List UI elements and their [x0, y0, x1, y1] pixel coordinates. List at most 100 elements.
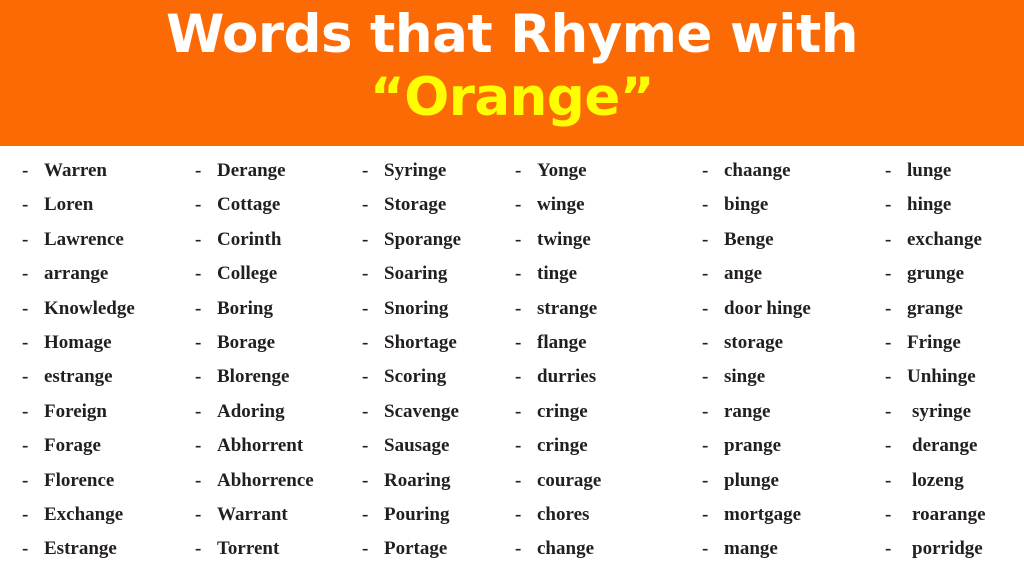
- word-list-item: - estrange: [22, 360, 198, 394]
- word-label: Borage: [217, 331, 276, 353]
- bullet-dash-icon: -: [885, 469, 892, 491]
- word-label: courage: [537, 469, 602, 491]
- word-list-area: - Warren - Loren - Lawrence - arrange - Knowledge…: [0, 146, 1024, 576]
- bullet-dash-icon: -: [702, 194, 709, 216]
- word-list-item: - Torrent: [195, 532, 365, 566]
- bullet-dash-icon: -: [195, 263, 202, 285]
- word-list-item: - prange: [702, 429, 888, 463]
- bullet-dash-icon: -: [362, 366, 369, 388]
- word-label: lozeng: [912, 469, 964, 491]
- word-list-item: - door hinge: [702, 292, 888, 326]
- word-label: roarange: [912, 503, 986, 525]
- bullet-dash-icon: -: [702, 228, 709, 250]
- word-list-item: - Roaring: [362, 464, 518, 498]
- word-list-item: - Unhinge: [885, 360, 1024, 394]
- word-list-item: - Exchange: [22, 498, 198, 532]
- bullet-dash-icon: -: [195, 503, 202, 525]
- word-label: exchange: [907, 228, 982, 250]
- word-list-item: - lozeng: [885, 464, 1024, 498]
- word-label: Shortage: [384, 331, 457, 353]
- word-list-item: - plunge: [702, 464, 888, 498]
- word-label: durries: [537, 366, 597, 388]
- bullet-dash-icon: -: [195, 366, 202, 388]
- bullet-dash-icon: -: [362, 469, 369, 491]
- bullet-dash-icon: -: [22, 228, 29, 250]
- bullet-dash-icon: -: [885, 538, 892, 560]
- bullet-dash-icon: -: [885, 263, 892, 285]
- word-label: porridge: [912, 538, 983, 560]
- bullet-dash-icon: -: [885, 331, 892, 353]
- word-label: Sausage: [384, 435, 450, 457]
- word-label: mortgage: [724, 503, 802, 525]
- word-list-item: - Pouring: [362, 498, 518, 532]
- word-label: strange: [537, 297, 598, 319]
- bullet-dash-icon: -: [702, 263, 709, 285]
- bullet-dash-icon: -: [362, 194, 369, 216]
- bullet-dash-icon: -: [22, 160, 29, 181]
- word-list-item: - strange: [515, 292, 705, 326]
- word-list-item: - Lawrence: [22, 223, 198, 257]
- word-list-item: - durries: [515, 360, 705, 394]
- word-list-item: - twinge: [515, 223, 705, 257]
- bullet-dash-icon: -: [362, 331, 369, 353]
- word-label: Fringe: [907, 331, 961, 353]
- bullet-dash-icon: -: [22, 194, 29, 216]
- word-list-item: - chores: [515, 498, 705, 532]
- bullet-dash-icon: -: [362, 160, 369, 181]
- bullet-dash-icon: -: [22, 435, 29, 457]
- word-label: Yonge: [537, 160, 587, 181]
- bullet-dash-icon: -: [362, 435, 369, 457]
- bullet-dash-icon: -: [885, 228, 892, 250]
- word-label: Torrent: [217, 538, 280, 560]
- word-list-item: - Forage: [22, 429, 198, 463]
- word-label: storage: [724, 331, 784, 353]
- word-list-item: - mange: [702, 532, 888, 566]
- bullet-dash-icon: -: [22, 538, 29, 560]
- bullet-dash-icon: -: [515, 366, 522, 388]
- bullet-dash-icon: -: [195, 297, 202, 319]
- word-list-item: - arrange: [22, 257, 198, 291]
- word-column-3: - Syringe - Storage - Sporange - Soaring - Snorin…: [362, 146, 518, 576]
- title-line-primary: Words that Rhyme with: [165, 4, 859, 65]
- word-label: door hinge: [724, 297, 811, 319]
- header-banner: Words that Rhyme with “Orange”: [0, 0, 1024, 146]
- word-list-item: - Shortage: [362, 326, 518, 360]
- word-list-item: - Yonge: [515, 154, 705, 188]
- word-list-item: - Homage: [22, 326, 198, 360]
- word-list-item: - change: [515, 532, 705, 566]
- bullet-dash-icon: -: [702, 503, 709, 525]
- bullet-dash-icon: -: [22, 263, 29, 285]
- word-list-item: - Scoring: [362, 360, 518, 394]
- word-label: derange: [912, 435, 978, 457]
- word-list-item: - Adoring: [195, 395, 365, 429]
- word-label: Foreign: [44, 400, 107, 422]
- word-label: Scoring: [384, 366, 447, 388]
- bullet-dash-icon: -: [362, 503, 369, 525]
- word-column-6: - lunge - hinge - exchange - grunge - grange - Frin…: [885, 146, 1024, 576]
- word-list-item: - Warrant: [195, 498, 365, 532]
- word-list-item: - chaange: [702, 154, 888, 188]
- word-label: lunge: [907, 160, 952, 181]
- word-label: ange: [724, 263, 762, 285]
- bullet-dash-icon: -: [195, 469, 202, 491]
- word-label: Blorenge: [217, 366, 290, 388]
- word-label: twinge: [537, 228, 591, 250]
- word-list-item: - roarange: [885, 498, 1024, 532]
- bullet-dash-icon: -: [885, 194, 892, 216]
- word-list-item: - Florence: [22, 464, 198, 498]
- word-label: change: [537, 538, 594, 560]
- word-list-item: - derange: [885, 429, 1024, 463]
- word-label: Pouring: [384, 503, 450, 525]
- word-list-item: - range: [702, 395, 888, 429]
- word-list-item: - grange: [885, 292, 1024, 326]
- bullet-dash-icon: -: [362, 228, 369, 250]
- title-line-highlight: “Orange”: [369, 67, 655, 128]
- word-label: cringe: [537, 435, 588, 457]
- word-list-item: - Sausage: [362, 429, 518, 463]
- word-list-item: - syringe: [885, 395, 1024, 429]
- page-root: Words that Rhyme with “Orange” - Warren - L…: [0, 0, 1024, 576]
- bullet-dash-icon: -: [195, 331, 202, 353]
- bullet-dash-icon: -: [515, 469, 522, 491]
- bullet-dash-icon: -: [702, 435, 709, 457]
- word-label: Adoring: [217, 400, 285, 422]
